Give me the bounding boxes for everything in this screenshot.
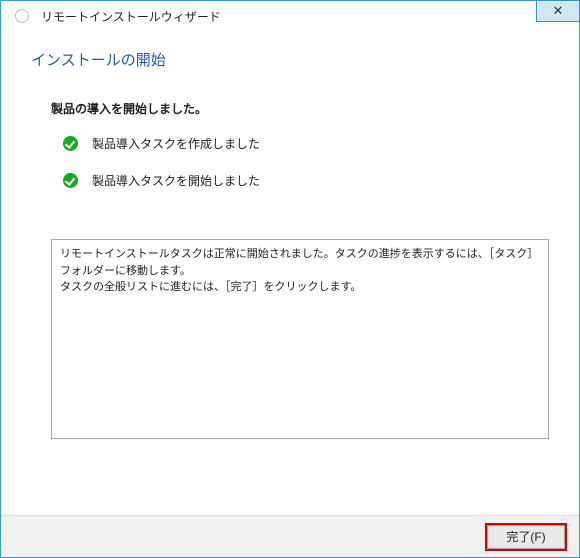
check-icon: [63, 136, 78, 151]
finish-button[interactable]: 完了(F): [487, 525, 565, 549]
app-icon: [15, 9, 29, 23]
log-line: タスクの全般リストに進むには、［完了］をクリックします。: [60, 279, 540, 296]
window-title: リモートインストールウィザード: [41, 8, 221, 25]
log-line: リモートインストールタスクは正常に開始されました。タスクの進捗を表示するには、［…: [60, 246, 540, 279]
close-icon: ✕: [553, 3, 564, 19]
page-title: インストールの開始: [31, 49, 549, 70]
close-button[interactable]: ✕: [536, 0, 580, 22]
status-item: 製品導入タスクを開始しました: [51, 172, 549, 189]
status-item-label: 製品導入タスクを作成しました: [92, 135, 260, 152]
status-item-label: 製品導入タスクを開始しました: [92, 172, 260, 189]
status-item: 製品導入タスクを作成しました: [51, 135, 549, 152]
wizard-body: インストールの開始 製品の導入を開始しました。 製品導入タスクを作成しました 製…: [1, 31, 579, 515]
wizard-window: リモートインストールウィザード ✕ インストールの開始 製品の導入を開始しました…: [0, 0, 580, 558]
check-icon: [63, 173, 78, 188]
content-area: 製品の導入を開始しました。 製品導入タスクを作成しました 製品導入タスクを開始し…: [31, 100, 549, 439]
status-heading: 製品の導入を開始しました。: [51, 100, 549, 117]
footer-bar: 完了(F): [1, 515, 579, 557]
finish-button-label: 完了(F): [506, 528, 545, 545]
titlebar: リモートインストールウィザード ✕: [1, 1, 579, 31]
log-textarea[interactable]: リモートインストールタスクは正常に開始されました。タスクの進捗を表示するには、［…: [51, 239, 549, 439]
